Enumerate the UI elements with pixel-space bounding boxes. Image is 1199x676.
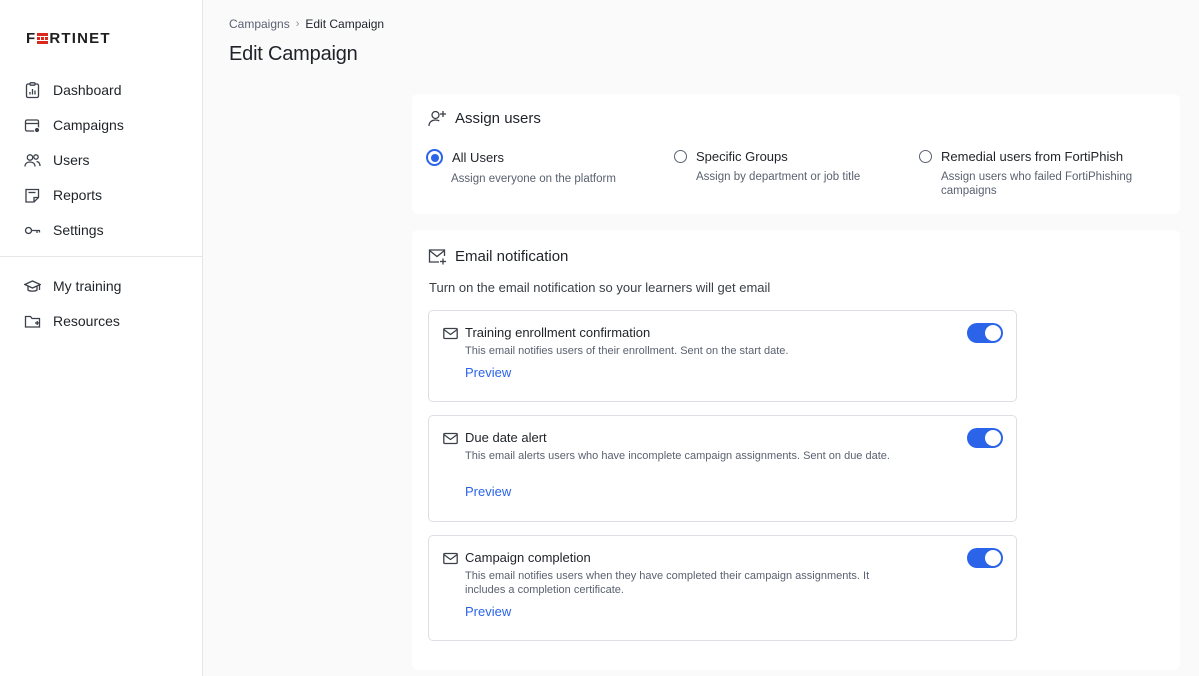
dashboard-icon bbox=[25, 81, 40, 98]
sidebar-divider bbox=[0, 256, 202, 257]
sidebar-item-resources[interactable]: Resources bbox=[24, 310, 120, 332]
sidebar-item-label: Reports bbox=[53, 187, 103, 203]
chevron-right-icon: › bbox=[295, 18, 300, 30]
sidebar-item-reports[interactable]: Reports bbox=[24, 184, 102, 206]
breadcrumb-current: Edit Campaign bbox=[305, 17, 385, 31]
card-title: Assign users bbox=[455, 110, 541, 127]
breadcrumb: Campaigns › Edit Campaign bbox=[229, 17, 384, 31]
assign-users-header: Assign users bbox=[428, 109, 541, 128]
email-notification-header: Email notification bbox=[428, 247, 568, 266]
breadcrumb-campaigns-link[interactable]: Campaigns bbox=[229, 17, 290, 31]
sidebar-item-users[interactable]: Users bbox=[24, 149, 90, 171]
reports-icon bbox=[25, 188, 40, 203]
sidebar-item-label: Users bbox=[53, 152, 90, 168]
sidebar-item-label: Resources bbox=[53, 313, 120, 329]
mail-plus-icon bbox=[428, 249, 446, 265]
notification-title: Campaign completion bbox=[465, 550, 591, 565]
logo-grid-icon bbox=[37, 32, 49, 44]
notification-campaign-completion: Campaign completion This email notifies … bbox=[428, 535, 1017, 641]
users-icon bbox=[24, 153, 41, 167]
radio-button[interactable] bbox=[674, 150, 687, 163]
radio-description: Assign by department or job title bbox=[696, 171, 861, 183]
sidebar-item-campaigns[interactable]: Campaigns bbox=[24, 114, 124, 136]
radio-button-checked[interactable] bbox=[426, 149, 443, 166]
notification-enrollment-confirmation: Training enrollment confirmation This em… bbox=[428, 310, 1017, 402]
campaigns-icon bbox=[24, 118, 41, 133]
radio-option-specific-groups[interactable]: Specific Groups Assign by department or … bbox=[674, 149, 860, 184]
notification-description: This email notifies users of their enrol… bbox=[465, 345, 789, 357]
notification-toggle[interactable] bbox=[967, 548, 1003, 568]
radio-label: Remedial users from FortiPhish bbox=[941, 149, 1124, 164]
sidebar-item-settings[interactable]: Settings bbox=[24, 219, 104, 241]
sidebar: F RTINET Dashboard Campaigns Users Report… bbox=[0, 0, 203, 676]
notification-toggle[interactable] bbox=[967, 323, 1003, 343]
preview-link[interactable]: Preview bbox=[465, 484, 511, 499]
radio-label: All Users bbox=[452, 150, 505, 165]
page-title: Edit Campaign bbox=[229, 43, 358, 65]
mail-icon bbox=[443, 327, 458, 340]
radio-description: Assign users who failed FortiPhishing ca… bbox=[941, 171, 1133, 197]
mail-icon bbox=[443, 432, 458, 445]
fortinet-logo[interactable]: F RTINET bbox=[26, 30, 111, 47]
notification-due-date-alert: Due date alert This email alerts users w… bbox=[428, 415, 1017, 522]
sidebar-item-label: My training bbox=[53, 278, 122, 294]
radio-button[interactable] bbox=[919, 150, 932, 163]
notification-title: Training enrollment confirmation bbox=[465, 325, 651, 340]
notification-description: This email alerts users who have incompl… bbox=[465, 450, 890, 462]
card-title: Email notification bbox=[455, 248, 569, 265]
assign-users-card: Assign users All Users Assign everyone o… bbox=[412, 94, 1180, 214]
folder-icon bbox=[24, 315, 41, 328]
preview-link[interactable]: Preview bbox=[465, 365, 511, 380]
sidebar-item-my-training[interactable]: My training bbox=[24, 275, 121, 297]
email-notification-subtitle: Turn on the email notification so your l… bbox=[429, 280, 771, 295]
mail-icon bbox=[443, 552, 458, 565]
sidebar-item-dashboard[interactable]: Dashboard bbox=[24, 79, 122, 101]
preview-link[interactable]: Preview bbox=[465, 604, 511, 619]
notification-title: Due date alert bbox=[465, 430, 547, 445]
sidebar-item-label: Dashboard bbox=[53, 82, 122, 98]
user-add-icon bbox=[428, 110, 446, 127]
sidebar-item-label: Campaigns bbox=[53, 117, 124, 133]
notification-description: This email notifies users when they have… bbox=[465, 570, 870, 596]
settings-key-icon bbox=[24, 226, 41, 234]
email-notification-card: Email notification Turn on the email not… bbox=[412, 230, 1180, 670]
notification-toggle[interactable] bbox=[967, 428, 1003, 448]
graduation-cap-icon bbox=[24, 279, 41, 292]
radio-option-all-users[interactable]: All Users Assign everyone on the platfor… bbox=[426, 149, 616, 186]
radio-description: Assign everyone on the platform bbox=[451, 173, 616, 185]
radio-option-remedial-users[interactable]: Remedial users from FortiPhish Assign us… bbox=[919, 149, 1159, 198]
sidebar-item-label: Settings bbox=[53, 222, 104, 238]
radio-label: Specific Groups bbox=[696, 149, 788, 164]
